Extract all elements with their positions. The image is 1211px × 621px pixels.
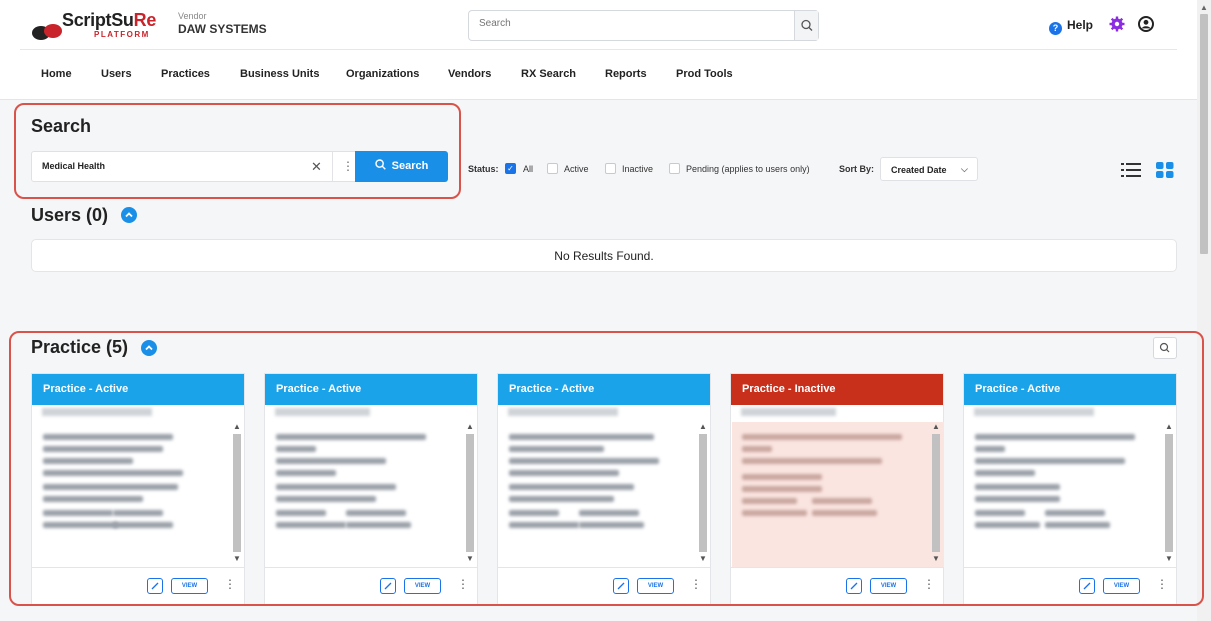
checkbox-inactive[interactable] [605,163,616,174]
nav-organizations[interactable]: Organizations [346,68,419,80]
app-page: ScriptSuRe PLATFORM Vendor DAW SYSTEMS ?… [0,0,1211,621]
vendor-info: Vendor DAW SYSTEMS [178,11,267,36]
filter-active-label: Active [564,164,589,174]
nav-reports[interactable]: Reports [605,68,647,80]
users-empty-state: No Results Found. [31,239,1177,272]
user-account-icon[interactable] [1138,16,1154,32]
header-divider [20,49,1177,50]
sort-label: Sort By: [839,164,875,174]
filter-pending-label: Pending (applies to users only) [686,164,810,174]
sort-value: Created Date [891,165,947,175]
chevron-down-icon: ⌵ [961,164,968,174]
logo-subtext: PLATFORM [94,30,150,39]
vendor-label: Vendor [178,11,207,21]
checkbox-active[interactable] [547,163,558,174]
chevron-up-icon [125,212,133,218]
filter-inactive-label: Inactive [622,164,654,174]
help-icon: ? [1049,22,1062,35]
scroll-up-arrow[interactable]: ▲ [1200,3,1208,12]
logo-text: ScriptSuRe [62,10,157,30]
help-link[interactable]: ? Help [1049,18,1093,35]
nav-vendors[interactable]: Vendors [448,68,491,80]
search-icon [801,19,813,31]
users-heading: Users (0) [31,205,109,225]
users-collapse-toggle[interactable] [121,207,137,223]
checkbox-all[interactable]: ✓ [505,163,516,174]
status-label: Status: [468,164,499,174]
global-search-button[interactable] [794,11,818,40]
scriptsure-logo[interactable]: ScriptSuRe PLATFORM [32,10,162,44]
top-header: ScriptSuRe PLATFORM Vendor DAW SYSTEMS ?… [0,0,1197,100]
nav-users[interactable]: Users [101,68,132,80]
help-label: Help [1067,18,1094,32]
scrollbar-thumb[interactable] [1200,14,1208,254]
nav-business-units[interactable]: Business Units [240,68,319,80]
nav-rx-search[interactable]: RX Search [521,68,576,80]
search-highlight-box [14,103,461,199]
nav-prod-tools[interactable]: Prod Tools [676,68,733,80]
practice-highlight-box [9,331,1204,606]
gear-icon[interactable] [1109,16,1125,32]
checkbox-pending[interactable] [669,163,680,174]
grid-view-icon[interactable] [1156,161,1174,179]
nav-home[interactable]: Home [41,68,72,80]
list-view-icon[interactable] [1121,161,1141,179]
global-search [468,10,819,41]
sort-select[interactable]: Created Date ⌵ [880,157,978,181]
pill-icon [32,24,62,40]
vendor-value: DAW SYSTEMS [178,22,267,36]
nav-practices[interactable]: Practices [161,68,210,80]
filter-all-label: All [523,164,534,174]
global-search-input[interactable] [479,18,779,29]
